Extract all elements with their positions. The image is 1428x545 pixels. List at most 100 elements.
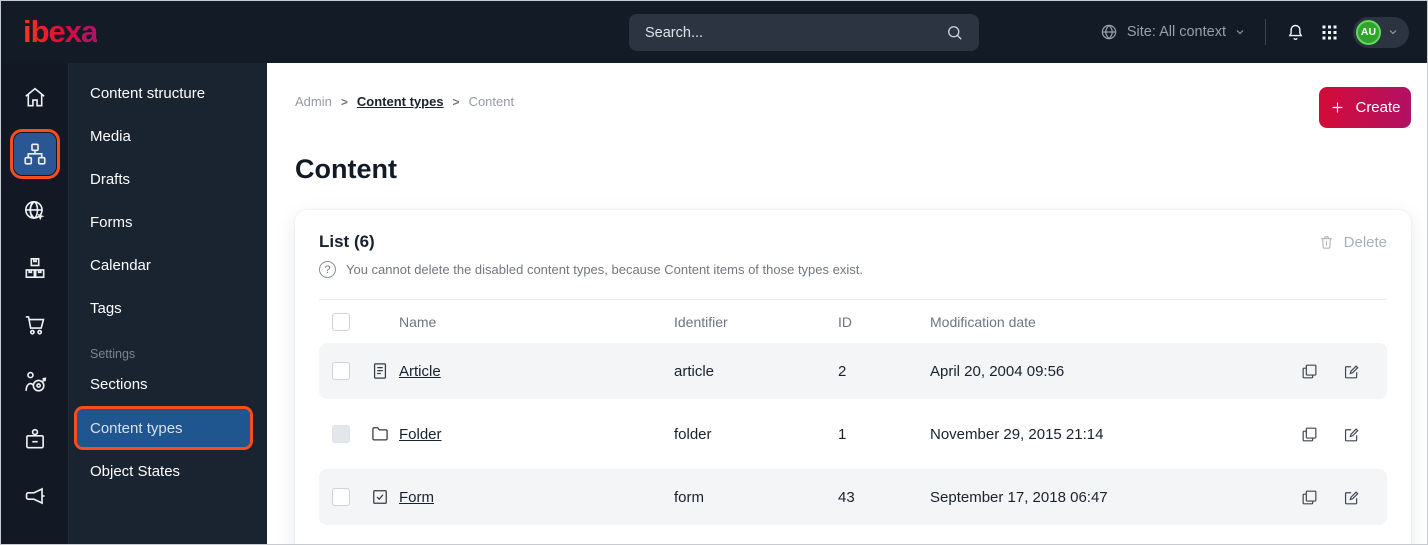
row-checkbox-disabled bbox=[332, 425, 350, 443]
form-icon bbox=[373, 490, 387, 504]
edit-button[interactable] bbox=[1334, 362, 1385, 381]
edit-button[interactable] bbox=[1334, 488, 1385, 507]
content-type-link[interactable]: Form bbox=[399, 489, 434, 506]
site-context-selector[interactable]: Site: All context bbox=[1099, 22, 1246, 42]
topbar-right: Site: All context AU bbox=[1099, 1, 1409, 63]
icon-rail bbox=[1, 63, 69, 544]
table-row: Folder folder 1 November 29, 2015 21:14 bbox=[319, 406, 1387, 462]
sidebar-item-tags[interactable]: Tags bbox=[69, 287, 267, 330]
row-checkbox[interactable] bbox=[332, 488, 350, 506]
cell-id: 43 bbox=[838, 488, 855, 506]
copy-icon bbox=[1302, 427, 1317, 441]
id-badge-icon bbox=[25, 428, 44, 448]
column-header-modification-date: Modification date bbox=[930, 313, 1036, 330]
search-icon[interactable] bbox=[945, 23, 965, 43]
cell-id: 2 bbox=[838, 362, 847, 380]
create-button[interactable]: Create bbox=[1319, 87, 1411, 128]
row-checkbox[interactable] bbox=[332, 362, 350, 380]
search-bar[interactable] bbox=[629, 14, 979, 51]
copy-button[interactable] bbox=[1292, 362, 1334, 381]
copy-icon bbox=[1302, 490, 1317, 504]
page-title: Content bbox=[295, 154, 397, 184]
avatar: AU bbox=[1356, 19, 1381, 45]
search-input[interactable] bbox=[645, 24, 945, 41]
cell-identifier: form bbox=[674, 488, 704, 506]
breadcrumb: Admin > Content types > Content bbox=[295, 87, 514, 109]
copy-button[interactable] bbox=[1292, 488, 1334, 507]
column-header-name: Name bbox=[399, 313, 437, 330]
sidebar-item-media[interactable]: Media bbox=[69, 115, 267, 158]
home-icon bbox=[24, 87, 45, 106]
cell-id: 1 bbox=[838, 425, 847, 443]
rail-item-personalization[interactable] bbox=[1, 353, 68, 410]
sidebar-item-calendar[interactable]: Calendar bbox=[69, 244, 267, 287]
sidebar-item-sections[interactable]: Sections bbox=[69, 363, 267, 406]
list-title: List (6) bbox=[319, 232, 375, 251]
globe-icon bbox=[1101, 24, 1117, 40]
content-structure-icon bbox=[23, 142, 46, 165]
sidebar-item-forms[interactable]: Forms bbox=[69, 201, 267, 244]
active-rail-annotation bbox=[9, 128, 60, 179]
edit-button[interactable] bbox=[1334, 425, 1385, 444]
content-types-table: Name Identifier ID Modification date Art… bbox=[319, 299, 1387, 525]
sidebar: Content structure Media Drafts Forms Cal… bbox=[69, 63, 267, 544]
sidebar-item-content-structure[interactable]: Content structure bbox=[69, 72, 267, 115]
edit-icon bbox=[1344, 490, 1359, 504]
user-menu[interactable]: AU bbox=[1353, 16, 1409, 48]
copy-icon bbox=[1302, 364, 1317, 378]
megaphone-icon bbox=[25, 487, 45, 504]
bell-icon bbox=[1288, 24, 1303, 40]
table-header: Name Identifier ID Modification date bbox=[319, 299, 1387, 343]
delete-button[interactable]: Delete bbox=[1318, 234, 1387, 251]
trash-icon bbox=[1320, 235, 1332, 249]
cell-modified: April 20, 2004 09:56 bbox=[930, 362, 1065, 380]
sidebar-item-object-states[interactable]: Object States bbox=[69, 450, 267, 493]
breadcrumb-content-types-link[interactable]: Content types bbox=[357, 94, 444, 109]
rail-item-site[interactable] bbox=[1, 182, 68, 239]
topbar-divider bbox=[1265, 19, 1266, 45]
shopping-cart-icon bbox=[25, 315, 45, 335]
site-globe-cursor-icon bbox=[24, 200, 44, 220]
list-note-text: You cannot delete the disabled content t… bbox=[346, 262, 863, 277]
boxes-icon bbox=[25, 257, 44, 278]
chevron-down-icon bbox=[1389, 30, 1397, 35]
apps-menu-button[interactable] bbox=[1319, 22, 1340, 43]
breadcrumb-admin: Admin bbox=[295, 94, 332, 109]
site-context-label: Site: All context bbox=[1126, 24, 1226, 40]
copy-button[interactable] bbox=[1292, 425, 1334, 444]
rail-item-marketing[interactable] bbox=[1, 467, 68, 524]
sidebar-item-content-types[interactable]: Content types bbox=[74, 406, 253, 450]
breadcrumb-separator: > bbox=[452, 94, 460, 109]
ibexa-logo[interactable]: ibexa bbox=[23, 14, 98, 50]
cell-modified: September 17, 2018 06:47 bbox=[930, 488, 1108, 506]
article-icon bbox=[373, 363, 387, 379]
app-window: ibexa Site: All context bbox=[0, 0, 1428, 545]
rail-item-dashboard[interactable] bbox=[1, 68, 68, 125]
breadcrumb-separator: > bbox=[340, 94, 348, 109]
breadcrumb-current: Content bbox=[468, 94, 515, 109]
table-row: Form form 43 September 17, 2018 06:47 bbox=[319, 469, 1387, 525]
table-row: Article article 2 April 20, 2004 09:56 bbox=[319, 343, 1387, 399]
person-target-icon bbox=[24, 371, 46, 392]
rail-item-product-catalog[interactable] bbox=[1, 239, 68, 296]
rail-item-content-structure[interactable] bbox=[1, 125, 68, 182]
sidebar-item-drafts[interactable]: Drafts bbox=[69, 158, 267, 201]
chevron-down-icon bbox=[1236, 30, 1244, 35]
sidebar-section-settings: Settings bbox=[90, 347, 136, 361]
edit-icon bbox=[1344, 427, 1359, 441]
help-circle-icon: ? bbox=[319, 261, 336, 278]
list-card: List (6) Delete ? You cannot delete the … bbox=[295, 210, 1411, 544]
content-type-link[interactable]: Article bbox=[399, 363, 441, 380]
plus-icon bbox=[1333, 102, 1343, 113]
notifications-button[interactable] bbox=[1285, 22, 1306, 43]
cell-identifier: folder bbox=[674, 425, 712, 443]
rail-item-customer-portal[interactable] bbox=[1, 410, 68, 467]
cell-identifier: article bbox=[674, 362, 715, 380]
list-note: ? You cannot delete the disabled content… bbox=[319, 261, 1387, 278]
rail-item-commerce[interactable] bbox=[1, 296, 68, 353]
content-type-link[interactable]: Folder bbox=[399, 426, 442, 443]
edit-icon bbox=[1344, 364, 1359, 378]
column-header-id: ID bbox=[838, 313, 852, 330]
main-content: Admin > Content types > Content Create C… bbox=[267, 63, 1427, 544]
select-all-checkbox[interactable] bbox=[332, 312, 350, 331]
